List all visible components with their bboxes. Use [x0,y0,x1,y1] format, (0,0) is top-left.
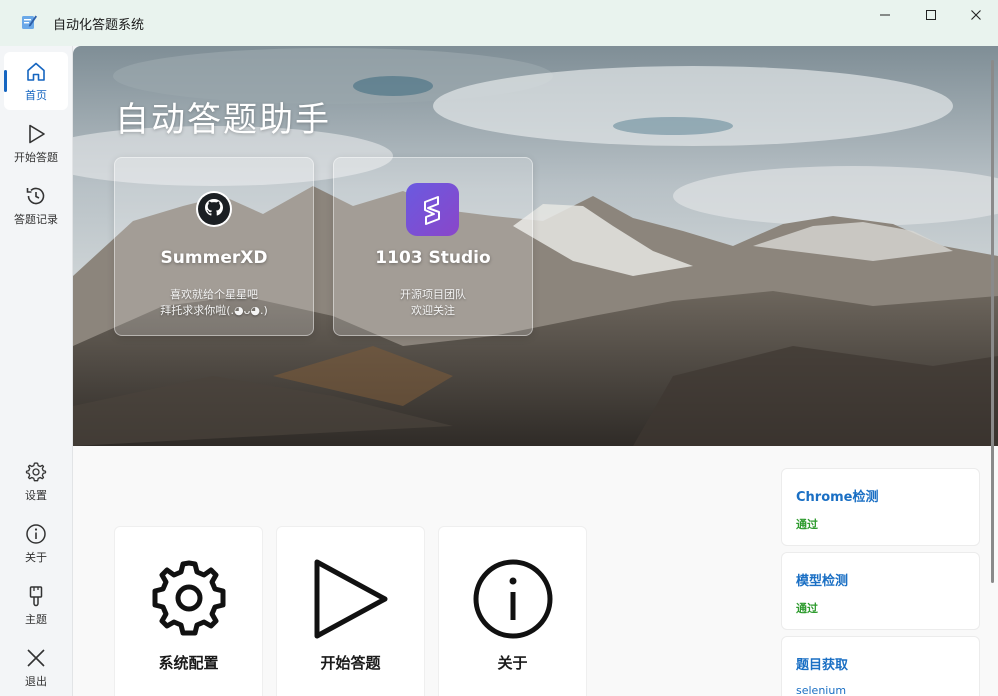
card-subtitle: 喜欢就给个星星吧 [170,288,258,301]
info-icon [473,559,553,639]
status-title: Chrome检测 [796,490,879,505]
nav-item-start[interactable]: 开始答题 [4,114,68,172]
studio-logo-icon [406,183,459,236]
model-check-card: 模型检测 通过 [781,552,980,630]
window-title: 自动化答题系统 [53,18,145,33]
play-icon [314,559,388,639]
status-title: 模型检测 [796,574,849,589]
maximize-icon [926,10,936,20]
chrome-check-card: Chrome检测 通过 [781,468,980,546]
github-card[interactable]: SummerXD 喜欢就给个星星吧 拜托求求你啦(.◕ᴗ◕.) [114,157,314,336]
question-fetch-card: 题目获取 selenium [781,636,980,696]
status-value: 通过 [796,602,818,615]
nav-item-home[interactable]: 首页 [4,52,68,110]
card-subtitle: 开源项目团队 [400,288,466,301]
status-title: 题目获取 [796,658,849,673]
active-indicator [4,70,7,92]
tile-label: 系统配置 [158,654,219,672]
about-tile[interactable]: 关于 [438,526,587,696]
sidebar: 首页 开始答题 答题记录 设置 关于 主题 退出 [0,46,73,696]
status-value: 通过 [796,518,818,531]
close-window-button[interactable] [953,0,998,30]
start-quiz-tile[interactable]: 开始答题 [276,526,425,696]
notepad-pencil-icon [22,15,37,29]
nav-item-settings[interactable]: 设置 [4,452,68,510]
nav-label-settings: 设置 [25,489,47,502]
history-icon [26,187,45,205]
tile-label: 关于 [497,654,528,672]
nav-label-exit: 退出 [25,675,47,688]
gear-icon [25,462,47,482]
hero-title: 自动答题助手 [115,100,331,140]
maximize-button[interactable] [908,0,954,30]
home-icon [27,62,45,81]
tile-label: 开始答题 [320,654,381,672]
nav-label-theme: 主题 [25,613,47,626]
studio-card[interactable]: 1103 Studio 开源项目团队 欢迎关注 [333,157,533,336]
nav-item-theme[interactable]: 主题 [4,576,68,634]
nav-label-home: 首页 [25,89,47,102]
card-subtitle: 拜托求求你啦(.◕ᴗ◕.) [160,304,268,317]
card-title: SummerXD [160,248,268,268]
card-title: 1103 Studio [375,248,491,268]
nav-label-start: 开始答题 [14,151,58,164]
close-icon [27,649,45,667]
card-subtitle: 欢迎关注 [411,304,455,317]
brush-icon [29,586,43,607]
nav-item-about[interactable]: 关于 [4,514,68,572]
title-bar: 自动化答题系统 [0,0,998,46]
nav-item-history[interactable]: 答题记录 [4,176,68,234]
nav-label-history: 答题记录 [14,213,58,226]
nav-label-about: 关于 [25,551,47,564]
minimize-icon [880,14,890,16]
info-icon [26,524,46,544]
minimize-button[interactable] [862,0,908,30]
main-content: 自动答题助手 SummerXD 喜欢就给个星星吧 拜托求求你啦(.◕ᴗ◕.) 1… [73,46,998,696]
github-icon [196,191,232,227]
gear-icon [152,560,226,636]
vertical-scrollbar[interactable] [991,60,994,583]
system-config-tile[interactable]: 系统配置 [114,526,263,696]
status-value: selenium [796,684,847,696]
nav-item-exit[interactable]: 退出 [4,638,68,696]
hero-banner: 自动答题助手 SummerXD 喜欢就给个星星吧 拜托求求你啦(.◕ᴗ◕.) 1… [73,46,998,446]
play-icon [29,124,45,144]
close-icon [971,10,981,20]
